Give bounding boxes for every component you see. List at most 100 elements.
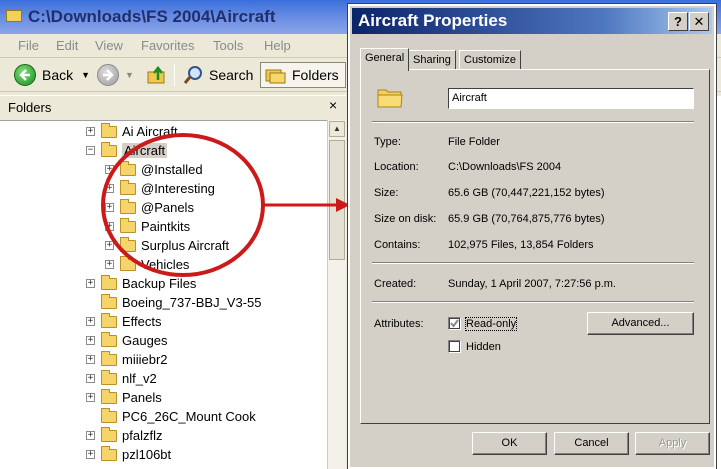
properties-dialog: Aircraft Properties ? ✕ General Sharing … xyxy=(347,3,717,469)
expand-icon[interactable]: + xyxy=(105,222,114,231)
tree-item-label: Boeing_737-BBJ_V3-55 xyxy=(122,295,262,310)
tree-item-label: @Panels xyxy=(141,200,194,215)
tree-item[interactable]: − Aircraft xyxy=(86,141,168,160)
forward-dropdown-icon[interactable]: ▼ xyxy=(125,70,134,80)
expand-icon[interactable]: + xyxy=(86,279,95,288)
apply-button[interactable]: Apply xyxy=(635,432,710,455)
tree-item[interactable]: + Effects xyxy=(86,312,162,331)
readonly-label[interactable]: Read-only xyxy=(464,317,518,331)
search-button[interactable]: Search xyxy=(183,62,253,88)
tree-item-label: nlf_v2 xyxy=(122,371,157,386)
ok-button[interactable]: OK xyxy=(472,432,547,455)
tree-item-label: Surplus Aircraft xyxy=(141,238,230,253)
expand-icon[interactable]: + xyxy=(86,355,95,364)
close-icon[interactable]: × xyxy=(329,97,337,113)
created-label: Created: xyxy=(374,278,417,290)
expand-icon[interactable]: + xyxy=(105,260,114,269)
folder-icon xyxy=(120,160,136,176)
expand-icon[interactable]: + xyxy=(86,336,95,345)
tree-item-label: Gauges xyxy=(122,333,168,348)
tree-item[interactable]: PC6_26C_Mount Cook xyxy=(86,407,256,426)
folder-icon xyxy=(101,407,117,423)
folder-icon xyxy=(101,331,117,347)
cancel-button[interactable]: Cancel xyxy=(554,432,629,455)
folders-pane-title: Folders xyxy=(8,100,52,115)
back-dropdown-icon[interactable]: ▼ xyxy=(81,70,90,80)
tree-item-label: @Interesting xyxy=(141,181,215,196)
menu-file[interactable]: File xyxy=(18,38,39,53)
menu-favorites[interactable]: Favorites xyxy=(141,38,194,53)
dialog-title: Aircraft Properties xyxy=(358,11,508,30)
folders-label: Folders xyxy=(292,67,339,83)
expand-icon[interactable]: + xyxy=(86,317,95,326)
expand-icon[interactable]: + xyxy=(86,127,95,136)
scroll-up-icon[interactable]: ▲ xyxy=(329,121,345,137)
expand-icon[interactable]: + xyxy=(105,165,114,174)
folder-icon xyxy=(120,255,136,271)
readonly-checkbox[interactable] xyxy=(448,317,461,330)
location-value: C:\Downloads\FS 2004 xyxy=(448,161,562,173)
menu-help[interactable]: Help xyxy=(264,38,291,53)
tree-item[interactable]: + Surplus Aircraft xyxy=(105,236,229,255)
tree-item[interactable]: + Vehicles xyxy=(105,255,189,274)
checkmark-icon xyxy=(450,319,459,328)
scroll-thumb[interactable] xyxy=(329,140,345,260)
folders-button[interactable]: Folders xyxy=(260,62,346,88)
tree-item[interactable]: + nlf_v2 xyxy=(86,369,157,388)
expand-icon[interactable]: + xyxy=(105,184,114,193)
hidden-checkbox[interactable] xyxy=(448,340,461,353)
tree-item[interactable]: + Backup Files xyxy=(86,274,196,293)
back-button[interactable]: Back ▼ xyxy=(14,62,90,88)
tree-item-label: Paintkits xyxy=(141,219,191,234)
size-on-disk-label: Size on disk: xyxy=(374,213,437,225)
forward-arrow-icon xyxy=(97,64,119,86)
up-folder-button[interactable] xyxy=(146,62,168,88)
tree-scrollbar[interactable]: ▲ xyxy=(327,120,346,469)
back-arrow-icon xyxy=(14,64,36,86)
size-on-disk-value: 65.9 GB (70,764,875,776 bytes) xyxy=(448,213,605,225)
tree-item[interactable]: + miiiebr2 xyxy=(86,350,168,369)
tab-sharing[interactable]: Sharing xyxy=(408,50,456,70)
close-button[interactable]: ✕ xyxy=(689,12,709,31)
tree-item-label: pzl106bt xyxy=(122,447,172,462)
expand-icon[interactable]: + xyxy=(86,374,95,383)
menu-edit[interactable]: Edit xyxy=(56,38,78,53)
expand-icon[interactable]: + xyxy=(86,431,95,440)
tree-item[interactable]: + pzl106bt xyxy=(86,445,171,464)
tree-item-label: pfalzflz xyxy=(122,428,163,443)
background-window-edge xyxy=(716,96,721,469)
menu-tools[interactable]: Tools xyxy=(213,38,243,53)
tree-item[interactable]: + Panels xyxy=(86,388,162,407)
folders-pane-header: Folders × xyxy=(0,95,346,119)
forward-button[interactable]: ▼ xyxy=(97,62,134,88)
tree-item[interactable]: + pfalzflz xyxy=(86,426,162,445)
hidden-label[interactable]: Hidden xyxy=(466,341,501,353)
tree-item[interactable]: + Ai Aircraft xyxy=(86,122,178,141)
contains-label: Contains: xyxy=(374,239,421,251)
created-value: Sunday, 1 April 2007, 7:27:56 p.m. xyxy=(448,278,616,290)
folder-icon xyxy=(377,89,403,108)
tab-customize[interactable]: Customize xyxy=(459,50,521,70)
toolbar-separator xyxy=(174,64,175,86)
expand-icon[interactable]: + xyxy=(86,450,95,459)
size-label: Size: xyxy=(374,187,399,199)
help-button[interactable]: ? xyxy=(668,12,688,31)
expand-icon[interactable]: + xyxy=(86,393,95,402)
folder-name-input[interactable]: Aircraft xyxy=(448,88,694,109)
tree-item[interactable]: + Gauges xyxy=(86,331,168,350)
tab-general[interactable]: General xyxy=(360,48,410,71)
folder-icon xyxy=(101,141,117,157)
tree-item-label: Backup Files xyxy=(122,276,197,291)
expand-icon[interactable]: + xyxy=(105,203,114,212)
tree-item[interactable]: Boeing_737-BBJ_V3-55 xyxy=(86,293,262,312)
advanced-button[interactable]: Advanced... xyxy=(587,312,694,335)
tree-item[interactable]: + @Interesting xyxy=(105,179,215,198)
collapse-icon[interactable]: − xyxy=(86,146,95,155)
tree-item[interactable]: + @Panels xyxy=(105,198,194,217)
folder-icon xyxy=(101,312,117,328)
menu-view[interactable]: View xyxy=(95,38,123,53)
expand-icon[interactable]: + xyxy=(105,241,114,250)
tree-item[interactable]: + Paintkits xyxy=(105,217,190,236)
tree-item[interactable]: + @Installed xyxy=(105,160,203,179)
folder-icon xyxy=(101,350,117,366)
